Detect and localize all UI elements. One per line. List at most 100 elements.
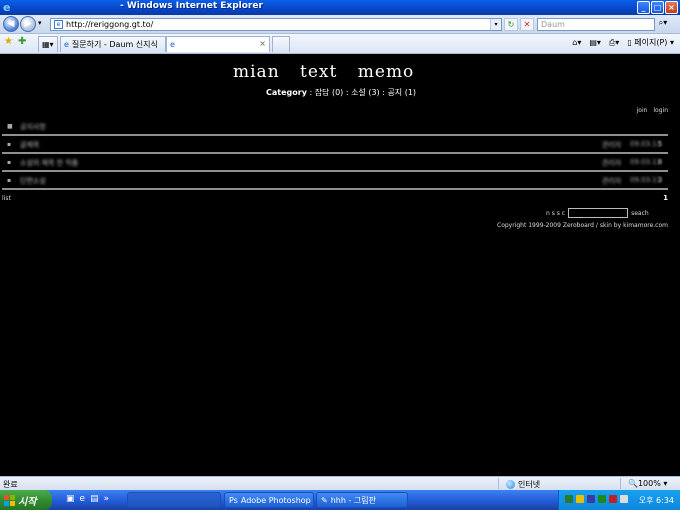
tray-app-icon[interactable] [598, 495, 606, 503]
row-subject[interactable]: 공지사항 [20, 122, 46, 132]
start-button[interactable]: 시작 [0, 490, 52, 510]
bullet-icon: ▪ [7, 159, 12, 166]
category-label: Category [266, 88, 307, 97]
address-bar-row: ◀ ▶ ▾ e http://reriggong.gt.to/ ▾ ↻ ✕ Da… [0, 15, 680, 34]
page-menu-label: 페이지(P) [634, 38, 668, 47]
status-bar: 완료 인터넷 🔍100% ▾ [0, 476, 680, 490]
row-subject[interactable]: 글제목 [20, 140, 39, 150]
tray-icons [565, 495, 628, 503]
tray-app-icon[interactable] [609, 495, 617, 503]
category-links[interactable]: : 잡담 (0) : 소설 (3) : 공지 (1) [309, 88, 416, 97]
search-icon[interactable]: ⌕▾ [657, 18, 669, 31]
list-item[interactable]: ▪ 단편소설 관리자 09.03.11 3 [2, 173, 668, 188]
zoom-value: 100% [637, 479, 661, 488]
show-desktop-icon[interactable]: ▣ [66, 494, 75, 504]
tray-app-icon[interactable] [587, 495, 595, 503]
address-input[interactable]: e http://reriggong.gt.to/ ▾ [50, 18, 502, 31]
clock: 오후 6:34 [638, 496, 674, 505]
tab-current[interactable]: e × [166, 36, 270, 52]
row-date: 09.03.11 [630, 140, 662, 148]
window-titlebar: e - Windows Internet Explorer _ □ × [0, 0, 680, 15]
address-dropdown-icon[interactable]: ▾ [490, 19, 501, 30]
search-input[interactable]: Daum [537, 18, 655, 31]
taskbar-button-paint[interactable]: ✎ hhh - 그림판 [316, 492, 408, 508]
tab-page-icon: e [170, 40, 175, 49]
list-item[interactable]: ▪ 소설의 제목 한 작품 관리자 09.03.11 8 [2, 155, 668, 170]
page-icon: e [54, 20, 63, 29]
maximize-button[interactable]: □ [651, 1, 664, 14]
paint-icon: ✎ [321, 495, 328, 505]
member-links: join login [637, 107, 668, 114]
status-divider [498, 478, 499, 489]
refresh-icon[interactable]: ↻ [504, 18, 518, 31]
status-text: 완료 [3, 480, 18, 489]
photoshop-icon: Ps [229, 495, 238, 505]
print-icon[interactable]: ⎙▾ [609, 38, 619, 48]
row-author: 관리자 [602, 141, 622, 149]
command-bar: ★ ✚ ▦▾ e 질문하기 - Daum 신지식 e × ⌂▾ ▤▾ ⎙▾ ▯ … [0, 34, 680, 54]
page-number[interactable]: 1 [663, 194, 668, 202]
history-dropdown-icon[interactable]: ▾ [38, 19, 42, 27]
folder-quicklaunch-icon[interactable]: ▤ [90, 494, 99, 504]
row-divider [2, 188, 668, 190]
quick-tabs-icon: ▦▾ [42, 40, 54, 49]
ie-quicklaunch-icon[interactable]: e [80, 494, 86, 504]
stop-icon[interactable]: ✕ [520, 18, 534, 31]
copyright: Copyright 1999-2009 Zeroboard / skin by … [497, 222, 668, 229]
favorites-star-icon[interactable]: ★ [4, 36, 13, 47]
quick-tabs-button[interactable]: ▦▾ [38, 36, 58, 52]
row-date: 09.03.11 [630, 158, 662, 166]
bullet-icon: ▪ [7, 177, 12, 184]
taskbar-button-ie[interactable] [127, 492, 221, 508]
page-menu-icon: ▯ [627, 38, 632, 47]
zoom-level[interactable]: 🔍100% ▾ [628, 479, 667, 488]
taskbar-label: hhh - 그림판 [330, 495, 376, 505]
minimize-button[interactable]: _ [637, 1, 650, 14]
site-title: mian text memo [233, 62, 415, 82]
network-icon[interactable] [565, 495, 573, 503]
taskbar: 시작 ▣ e ▤ » Ps Adobe Photoshop ... ✎ hhh - … [0, 490, 680, 510]
tab-close-icon[interactable]: × [259, 39, 266, 48]
close-button[interactable]: × [665, 1, 678, 14]
tab-label: 질문하기 - Daum 신지식 [71, 40, 158, 49]
list-link[interactable]: list [2, 195, 11, 202]
taskbar-button-photoshop[interactable]: Ps Adobe Photoshop ... [224, 492, 314, 508]
row-subject[interactable]: 소설의 제목 한 작품 [20, 158, 78, 168]
home-icon[interactable]: ⌂▾ [572, 38, 581, 47]
tab-page-icon: e [64, 40, 69, 49]
status-divider [620, 478, 621, 489]
new-tab-button[interactable] [272, 36, 290, 52]
page-content: mian text memo Category : 잡담 (0) : 소설 (3… [0, 54, 680, 476]
address-url: http://reriggong.gt.to/ [66, 20, 154, 29]
more-quicklaunch-icon[interactable]: » [104, 494, 110, 504]
board-search-input[interactable] [568, 208, 629, 218]
search-options[interactable]: n s s c [546, 210, 565, 217]
list-item[interactable]: ▪ 글제목 관리자 09.03.11 5 [2, 137, 668, 152]
join-link[interactable]: join [637, 107, 648, 114]
row-divider [2, 134, 668, 136]
page-menu[interactable]: ▯ 페이지(P) ▾ [627, 37, 674, 48]
ie-logo-icon: e [3, 0, 11, 14]
shield-icon[interactable] [576, 495, 584, 503]
tab-daum[interactable]: e 질문하기 - Daum 신지식 [60, 36, 166, 52]
board-search-button[interactable]: seach [631, 210, 649, 217]
row-author: 관리자 [602, 177, 622, 185]
row-hit: 3 [658, 176, 663, 184]
command-tools: ⌂▾ ▤▾ ⎙▾ ▯ 페이지(P) ▾ [572, 37, 674, 48]
volume-icon[interactable] [620, 495, 628, 503]
back-button[interactable]: ◀ [3, 16, 19, 32]
row-subject[interactable]: 단편소설 [20, 176, 46, 186]
bullet-icon: ▪ [7, 141, 12, 148]
forward-button[interactable]: ▶ [20, 16, 36, 32]
board-search: n s s c seach [546, 208, 649, 218]
address-tools: ↻ ✕ [504, 18, 534, 31]
login-link[interactable]: login [653, 107, 668, 114]
row-author: 관리자 [602, 159, 622, 167]
add-favorite-icon[interactable]: ✚ [18, 36, 26, 47]
row-hit: 8 [658, 158, 663, 166]
zone-label: 인터넷 [518, 480, 541, 489]
row-hit: 5 [658, 140, 663, 148]
list-item[interactable]: ■ 공지사항 [2, 119, 668, 134]
feeds-icon[interactable]: ▤▾ [589, 38, 601, 47]
security-zone[interactable]: 인터넷 [506, 479, 540, 490]
